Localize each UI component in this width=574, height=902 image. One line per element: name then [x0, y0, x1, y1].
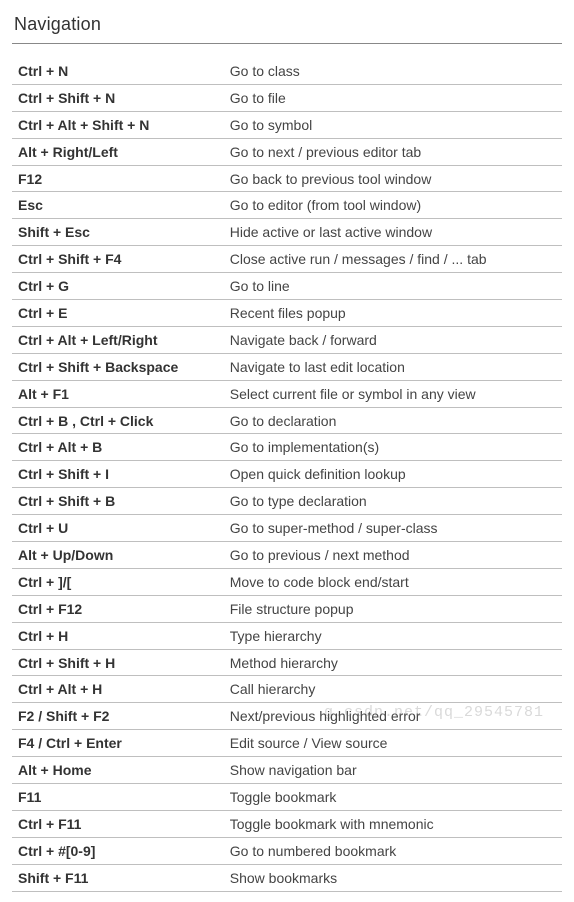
- table-row: Alt + HomeShow navigation bar: [12, 757, 562, 784]
- table-row: Ctrl + B , Ctrl + ClickGo to declaration: [12, 407, 562, 434]
- shortcut-key: Ctrl + Alt + Shift + N: [12, 111, 224, 138]
- shortcut-key: Ctrl + F11: [12, 810, 224, 837]
- table-row: Alt + F1Select current file or symbol in…: [12, 380, 562, 407]
- shortcut-description: Move to code block end/start: [224, 568, 562, 595]
- shortcut-description: Go to previous / next method: [224, 542, 562, 569]
- table-row: Ctrl + ERecent files popup: [12, 300, 562, 327]
- table-row: Ctrl + Alt + Left/RightNavigate back / f…: [12, 326, 562, 353]
- shortcuts-table: Ctrl + NGo to classCtrl + Shift + NGo to…: [12, 58, 562, 892]
- shortcut-description: Go to type declaration: [224, 488, 562, 515]
- table-row: Ctrl + Shift + BackspaceNavigate to last…: [12, 353, 562, 380]
- shortcut-description: Show navigation bar: [224, 757, 562, 784]
- shortcut-description: Next/previous highlighted error: [224, 703, 562, 730]
- shortcut-description: Go to line: [224, 273, 562, 300]
- shortcut-key: Ctrl + E: [12, 300, 224, 327]
- shortcut-key: Ctrl + U: [12, 515, 224, 542]
- shortcut-key: F12: [12, 165, 224, 192]
- table-row: Ctrl + F12File structure popup: [12, 595, 562, 622]
- shortcut-description: Open quick definition lookup: [224, 461, 562, 488]
- shortcut-key: Ctrl + Alt + Left/Right: [12, 326, 224, 353]
- shortcut-key: Ctrl + Shift + N: [12, 84, 224, 111]
- shortcut-description: Go to file: [224, 84, 562, 111]
- shortcut-description: Toggle bookmark with mnemonic: [224, 810, 562, 837]
- shortcut-key: Ctrl + #[0-9]: [12, 837, 224, 864]
- table-row: Ctrl + HType hierarchy: [12, 622, 562, 649]
- shortcut-key: Ctrl + H: [12, 622, 224, 649]
- shortcut-description: Show bookmarks: [224, 864, 562, 891]
- table-row: Ctrl + #[0-9]Go to numbered bookmark: [12, 837, 562, 864]
- shortcut-key: Ctrl + G: [12, 273, 224, 300]
- shortcut-description: Go to super-method / super-class: [224, 515, 562, 542]
- shortcut-key: F4 / Ctrl + Enter: [12, 730, 224, 757]
- table-row: Shift + EscHide active or last active wi…: [12, 219, 562, 246]
- shortcut-description: Recent files popup: [224, 300, 562, 327]
- shortcut-description: Go to numbered bookmark: [224, 837, 562, 864]
- shortcut-description: File structure popup: [224, 595, 562, 622]
- shortcut-key: Ctrl + Shift + Backspace: [12, 353, 224, 380]
- table-row: Alt + Up/DownGo to previous / next metho…: [12, 542, 562, 569]
- shortcut-key: Ctrl + Alt + B: [12, 434, 224, 461]
- shortcut-key: Alt + F1: [12, 380, 224, 407]
- shortcut-key: Ctrl + B , Ctrl + Click: [12, 407, 224, 434]
- shortcut-key: Alt + Right/Left: [12, 138, 224, 165]
- shortcut-key: Ctrl + Shift + H: [12, 649, 224, 676]
- table-row: Ctrl + NGo to class: [12, 58, 562, 84]
- shortcut-key: Shift + Esc: [12, 219, 224, 246]
- shortcut-key: Shift + F11: [12, 864, 224, 891]
- table-row: Ctrl + Alt + Shift + NGo to symbol: [12, 111, 562, 138]
- shortcut-description: Select current file or symbol in any vie…: [224, 380, 562, 407]
- shortcut-description: Go to editor (from tool window): [224, 192, 562, 219]
- shortcut-description: Navigate back / forward: [224, 326, 562, 353]
- table-row: Ctrl + Shift + IOpen quick definition lo…: [12, 461, 562, 488]
- table-row: Ctrl + GGo to line: [12, 273, 562, 300]
- table-row: Alt + Right/LeftGo to next / previous ed…: [12, 138, 562, 165]
- shortcut-description: Go back to previous tool window: [224, 165, 562, 192]
- shortcut-key: F2 / Shift + F2: [12, 703, 224, 730]
- section-title-navigation: Navigation: [12, 10, 562, 44]
- table-row: Shift + F11Show bookmarks: [12, 864, 562, 891]
- table-row: Ctrl + Shift + F4Close active run / mess…: [12, 246, 562, 273]
- shortcut-key: F11: [12, 784, 224, 811]
- table-row: EscGo to editor (from tool window): [12, 192, 562, 219]
- shortcut-description: Go to implementation(s): [224, 434, 562, 461]
- table-row: Ctrl + Shift + NGo to file: [12, 84, 562, 111]
- table-row: F11Toggle bookmark: [12, 784, 562, 811]
- table-row: Ctrl + Shift + HMethod hierarchy: [12, 649, 562, 676]
- table-row: F2 / Shift + F2Next/previous highlighted…: [12, 703, 562, 730]
- shortcut-description: Go to declaration: [224, 407, 562, 434]
- shortcut-description: Type hierarchy: [224, 622, 562, 649]
- table-row: Ctrl + UGo to super-method / super-class: [12, 515, 562, 542]
- shortcut-key: Ctrl + ]/[: [12, 568, 224, 595]
- shortcut-description: Hide active or last active window: [224, 219, 562, 246]
- shortcut-description: Go to symbol: [224, 111, 562, 138]
- shortcut-key: Ctrl + Shift + I: [12, 461, 224, 488]
- shortcut-description: Go to next / previous editor tab: [224, 138, 562, 165]
- table-row: F4 / Ctrl + EnterEdit source / View sour…: [12, 730, 562, 757]
- shortcut-description: Close active run / messages / find / ...…: [224, 246, 562, 273]
- table-row: F12Go back to previous tool window: [12, 165, 562, 192]
- shortcut-description: Navigate to last edit location: [224, 353, 562, 380]
- table-row: Ctrl + Alt + BGo to implementation(s): [12, 434, 562, 461]
- shortcut-description: Edit source / View source: [224, 730, 562, 757]
- shortcut-key: Ctrl + F12: [12, 595, 224, 622]
- shortcut-key: Ctrl + Shift + F4: [12, 246, 224, 273]
- shortcut-description: Toggle bookmark: [224, 784, 562, 811]
- shortcut-key: Alt + Up/Down: [12, 542, 224, 569]
- table-row: Ctrl + Shift + BGo to type declaration: [12, 488, 562, 515]
- shortcut-key: Alt + Home: [12, 757, 224, 784]
- table-row: Ctrl + F11Toggle bookmark with mnemonic: [12, 810, 562, 837]
- table-row: Ctrl + ]/[Move to code block end/start: [12, 568, 562, 595]
- shortcut-key: Ctrl + Shift + B: [12, 488, 224, 515]
- shortcut-description: Go to class: [224, 58, 562, 84]
- shortcut-key: Esc: [12, 192, 224, 219]
- shortcut-description: Method hierarchy: [224, 649, 562, 676]
- shortcut-key: Ctrl + N: [12, 58, 224, 84]
- shortcut-description: Call hierarchy: [224, 676, 562, 703]
- shortcut-key: Ctrl + Alt + H: [12, 676, 224, 703]
- table-row: Ctrl + Alt + HCall hierarchy: [12, 676, 562, 703]
